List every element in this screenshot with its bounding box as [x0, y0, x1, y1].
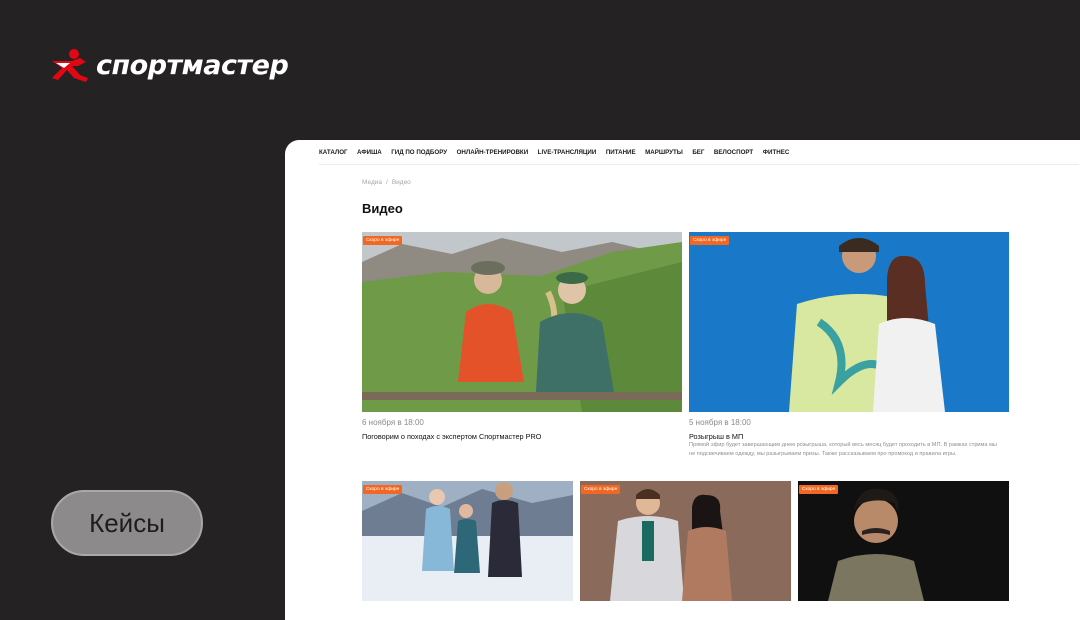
- nav-item-online-training[interactable]: ОНЛАЙН-ТРЕНИРОВКИ: [457, 149, 529, 156]
- nav-item-afisha[interactable]: АФИША: [357, 149, 382, 156]
- cases-button[interactable]: Кейсы: [51, 490, 203, 556]
- nav-item-live[interactable]: LIVE-ТРАНСЛЯЦИИ: [538, 149, 597, 156]
- status-badge: Скоро в эфире: [690, 236, 730, 245]
- brand-name: спортмастер: [96, 49, 289, 81]
- nav-item-fitness[interactable]: ФИТНЕС: [763, 149, 790, 156]
- video-thumbnail: Скоро в эфире: [362, 232, 682, 412]
- nav-item-routes[interactable]: МАРШРУТЫ: [645, 149, 683, 156]
- video-title[interactable]: Поговорим о походах с экспертом Спортмас…: [362, 432, 541, 441]
- video-thumbnail: Скоро в эфире: [362, 481, 573, 601]
- video-description: Прямой эфир будет завершающим днем розыг…: [689, 442, 997, 457]
- running-man-logo-icon: [52, 49, 88, 82]
- video-date: 6 ноября в 18:00: [362, 418, 424, 427]
- website-preview: КАТАЛОГ АФИША ГИД ПО ПОДБОРУ ОНЛАЙН-ТРЕН…: [285, 140, 1080, 620]
- video-card[interactable]: Скоро в эфире: [362, 232, 682, 412]
- nav-item-catalog[interactable]: КАТАЛОГ: [319, 149, 348, 156]
- breadcrumb: Медиа / Видео: [362, 179, 411, 186]
- status-badge: Скоро в эфире: [363, 485, 403, 494]
- breadcrumb-parent[interactable]: Медиа: [362, 179, 382, 186]
- status-badge: Скоро в эфире: [799, 485, 839, 494]
- video-thumbnail: Скоро в эфире: [798, 481, 1009, 601]
- video-card[interactable]: Скоро в эфире: [362, 481, 573, 601]
- video-card[interactable]: Скоро в эфире: [580, 481, 791, 601]
- video-card-meta: 6 ноября в 18:00 Поговорим о походах с э…: [362, 415, 682, 455]
- video-thumbnail: Скоро в эфире: [689, 232, 1009, 412]
- nav-item-cycling[interactable]: ВЕЛОСПОРТ: [714, 149, 753, 156]
- video-title[interactable]: Розыгрыш в МП: [689, 432, 743, 441]
- status-badge: Скоро в эфире: [581, 485, 621, 494]
- video-card[interactable]: Скоро в эфире: [798, 481, 1009, 601]
- cases-button-label: Кейсы: [89, 507, 165, 538]
- video-card[interactable]: Скоро в эфире: [689, 232, 1009, 412]
- breadcrumb-current: Видео: [391, 179, 411, 186]
- video-card-meta: 5 ноября в 18:00 Розыгрыш в МП Прямой эф…: [689, 415, 1009, 475]
- nav-item-guide[interactable]: ГИД ПО ПОДБОРУ: [391, 149, 447, 156]
- breadcrumb-separator: /: [386, 179, 388, 186]
- brand-logo[interactable]: спортмастер: [50, 48, 289, 82]
- top-navigation: КАТАЛОГ АФИША ГИД ПО ПОДБОРУ ОНЛАЙН-ТРЕН…: [319, 140, 1079, 165]
- nav-item-running[interactable]: БЕГ: [692, 149, 704, 156]
- video-thumbnail: Скоро в эфире: [580, 481, 791, 601]
- status-badge: Скоро в эфире: [363, 236, 403, 245]
- nav-item-nutrition[interactable]: ПИТАНИЕ: [606, 149, 636, 156]
- video-date: 5 ноября в 18:00: [689, 418, 751, 427]
- page-title: Видео: [362, 201, 403, 216]
